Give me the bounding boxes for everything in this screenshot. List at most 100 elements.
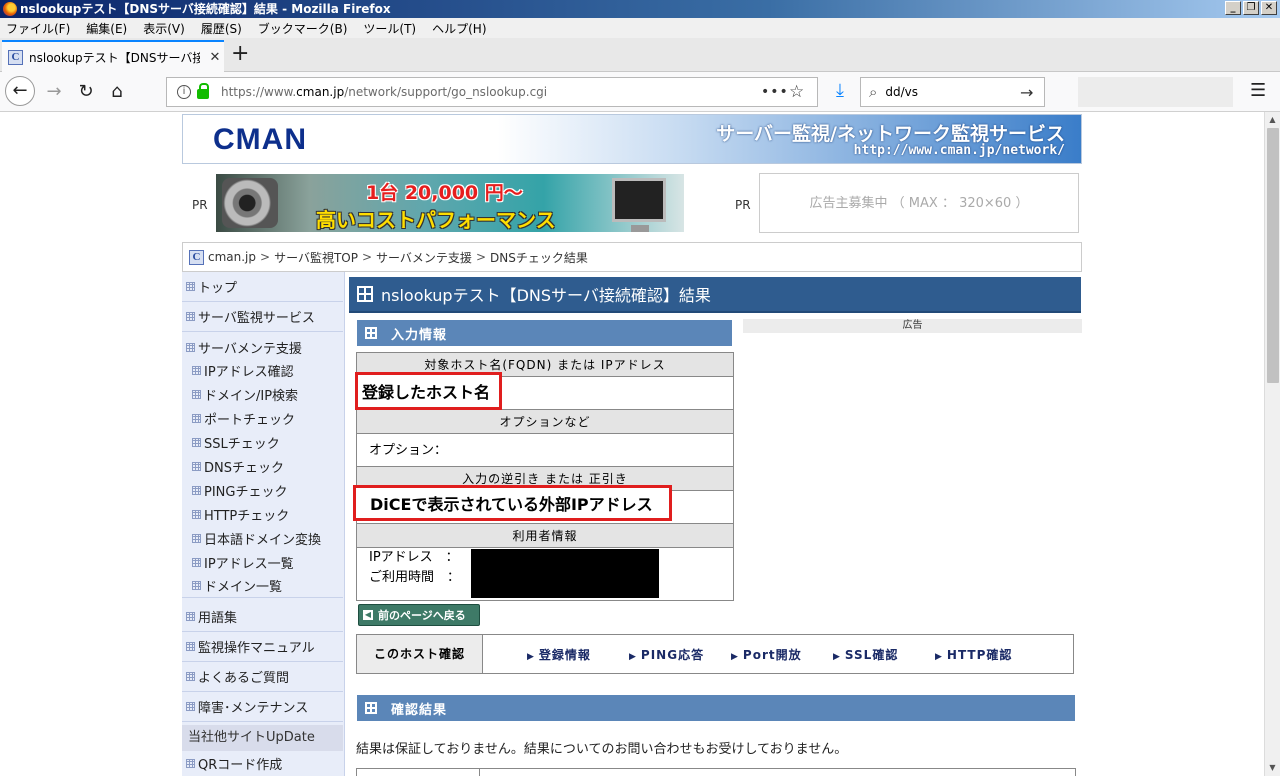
window-icon	[365, 702, 377, 714]
ad-banner-slogan: 高いコストパフォーマンス	[316, 208, 556, 232]
breadcrumb-current: DNSチェック結果	[490, 250, 588, 265]
ad-banner-price: 1台 20,000 円～	[366, 182, 523, 204]
scroll-thumb[interactable]	[1267, 128, 1279, 383]
scroll-up-icon[interactable]: ▲	[1265, 112, 1280, 128]
link-ssl[interactable]: ▶ SSL確認	[833, 646, 935, 663]
sidebar-item-ping-check[interactable]: PINGチェック	[182, 478, 343, 502]
scroll-down-icon[interactable]: ▼	[1265, 760, 1280, 776]
breadcrumb-server-monitor[interactable]: サーバ監視TOP	[274, 249, 358, 266]
home-button[interactable]: ⌂	[103, 78, 131, 106]
sidebar-item-jp-domain[interactable]: 日本語ドメイン変換	[182, 526, 343, 550]
page-viewport: CMAN サーバー監視/ネットワーク監視サービス http://www.cman…	[0, 112, 1264, 776]
sidebar-item-top[interactable]: トップ	[182, 272, 343, 302]
sidebar-item-ip-list[interactable]: IPアドレス一覧	[182, 550, 343, 574]
bookmark-star-icon[interactable]: ☆	[789, 82, 817, 102]
sidebar-item-domain-list[interactable]: ドメイン一覧	[182, 574, 343, 598]
grid-icon	[192, 413, 201, 423]
input-section-header: 入力情報	[357, 320, 732, 346]
link-http[interactable]: ▶ HTTP確認	[935, 646, 1037, 663]
menu-file[interactable]: ファイル(F)	[6, 20, 70, 37]
triangle-right-icon: ▶	[629, 651, 637, 662]
search-bar[interactable]: ⌕ dd/vs →	[860, 77, 1045, 107]
sidebar-item-ssl-check[interactable]: SSLチェック	[182, 430, 343, 454]
breadcrumb-home[interactable]: cman.jp	[208, 250, 256, 264]
breadcrumb-separator: >	[361, 250, 373, 264]
link-ping[interactable]: ▶ PING応答	[629, 646, 731, 663]
navigation-toolbar: ← → ↻ ⌂ i https://www.cman.jp/network/su…	[0, 72, 1280, 112]
vertical-scrollbar[interactable]: ▲ ▼	[1264, 112, 1280, 776]
menu-bar: ファイル(F) 編集(E) 表示(V) 履歴(S) ブックマーク(B) ツール(…	[0, 18, 1280, 38]
sidebar-item-manual[interactable]: 監視操作マニュアル	[182, 632, 343, 662]
menu-view[interactable]: 表示(V)	[143, 20, 185, 37]
triangle-right-icon: ▶	[731, 651, 739, 662]
sidebar-item-glossary[interactable]: 用語集	[182, 602, 343, 632]
triangle-right-icon: ▶	[833, 651, 841, 662]
restore-button[interactable]: ❐	[1243, 1, 1259, 15]
header-site-url: http://www.cman.jp/network/	[853, 143, 1065, 158]
menu-tools[interactable]: ツール(T)	[363, 20, 416, 37]
grid-icon	[186, 702, 195, 711]
breadcrumb-maintenance[interactable]: サーバメンテ支援	[376, 249, 472, 266]
url-text[interactable]: https://www.cman.jp/network/support/go_n…	[221, 85, 761, 99]
page-actions-icon[interactable]: •••	[761, 84, 789, 100]
ad-banner-right[interactable]: 広告主募集中 （ MAX ： 320×60 ）	[759, 173, 1079, 233]
grid-icon	[186, 312, 195, 321]
menu-help[interactable]: ヘルプ(H)	[432, 20, 486, 37]
link-port[interactable]: ▶ Port開放	[731, 646, 833, 663]
sidebar-item-dns-check[interactable]: DNSチェック	[182, 454, 343, 478]
sidebar-item-http-check[interactable]: HTTPチェック	[182, 502, 343, 526]
cman-logo[interactable]: CMAN	[213, 123, 307, 157]
info-icon[interactable]: i	[177, 85, 191, 99]
sidebar-item-ip-check[interactable]: IPアドレス確認	[182, 358, 343, 382]
back-page-button[interactable]: ◀ 前のページへ戻る	[358, 604, 480, 626]
new-tab-button[interactable]: +	[231, 40, 249, 68]
webcam-image	[222, 178, 278, 228]
sidebar-item-outage[interactable]: 障害･メンテナンス	[182, 692, 343, 722]
url-bar[interactable]: i https://www.cman.jp/network/support/go…	[166, 77, 818, 107]
breadcrumb-separator: >	[475, 250, 486, 264]
user-info-cell: IPアドレス ： ご利用時間 ：	[357, 548, 733, 600]
menu-bookmarks[interactable]: ブックマーク(B)	[258, 20, 348, 37]
download-icon[interactable]: ⤓	[828, 80, 852, 101]
ad-banner-left[interactable]: 1台 20,000 円～ 高いコストパフォーマンス	[216, 174, 684, 232]
firefox-logo-icon	[3, 2, 17, 16]
sidebar-item-monitoring[interactable]: サーバ監視サービス	[182, 302, 343, 332]
breadcrumb-separator: >	[260, 250, 271, 264]
window-title: nslookupテスト【DNSサーバ接続確認】結果 - Mozilla Fire…	[20, 2, 391, 16]
search-input[interactable]: dd/vs	[885, 85, 1020, 99]
sidebar-item-domain-search[interactable]: ドメイン/IP検索	[182, 382, 343, 406]
minimize-button[interactable]: _	[1225, 1, 1241, 15]
arrow-left-icon: ◀	[363, 610, 373, 620]
grid-icon	[192, 437, 201, 447]
back-button[interactable]: ←	[5, 76, 35, 106]
hamburger-menu-icon[interactable]: ☰	[1250, 80, 1266, 101]
search-go-icon[interactable]: →	[1020, 83, 1044, 102]
grid-icon	[192, 581, 201, 590]
host-check-label: このホスト確認	[357, 635, 483, 673]
tab-active[interactable]: C nslookupテスト【DNSサーバ接続確 ✕	[2, 40, 224, 72]
user-info-header: 利用者情報	[357, 524, 733, 548]
window-icon	[357, 286, 373, 302]
site-header-banner[interactable]: CMAN サーバー監視/ネットワーク監視サービス http://www.cman…	[182, 114, 1082, 164]
page-title: nslookupテスト【DNSサーバ接続確認】結果	[349, 277, 1081, 313]
search-icon: ⌕	[869, 83, 878, 101]
result-disclaimer: 結果は保証しておりません。結果についてのお問い合わせもお受けしておりません。	[356, 742, 848, 757]
sidebar-item-port-check[interactable]: ポートチェック	[182, 406, 343, 430]
grid-icon	[186, 672, 195, 681]
annotation-external-ip: DiCEで表示されている外部IPアドレス	[353, 485, 672, 521]
menu-edit[interactable]: 編集(E)	[86, 20, 127, 37]
close-window-button[interactable]: ✕	[1261, 1, 1277, 15]
sidebar-item-faq[interactable]: よくあるご質問	[182, 662, 343, 692]
link-registration-info[interactable]: ▶ 登録情報	[527, 646, 629, 663]
monitor-image	[612, 178, 666, 232]
tab-close-icon[interactable]: ✕	[206, 50, 224, 65]
option-header: オプションなど	[357, 410, 733, 434]
window-controls: _ ❐ ✕	[1225, 1, 1277, 15]
sidebar-item-qr[interactable]: QRコード作成	[182, 751, 343, 775]
forward-button[interactable]: →	[40, 78, 68, 106]
lock-icon	[197, 83, 209, 99]
reload-button[interactable]: ↻	[72, 78, 100, 106]
pr-label-right: PR	[735, 198, 751, 212]
breadcrumb: C cman.jp > サーバ監視TOP > サーバメンテ支援 > DNSチェッ…	[182, 242, 1082, 272]
menu-history[interactable]: 履歴(S)	[201, 20, 242, 37]
